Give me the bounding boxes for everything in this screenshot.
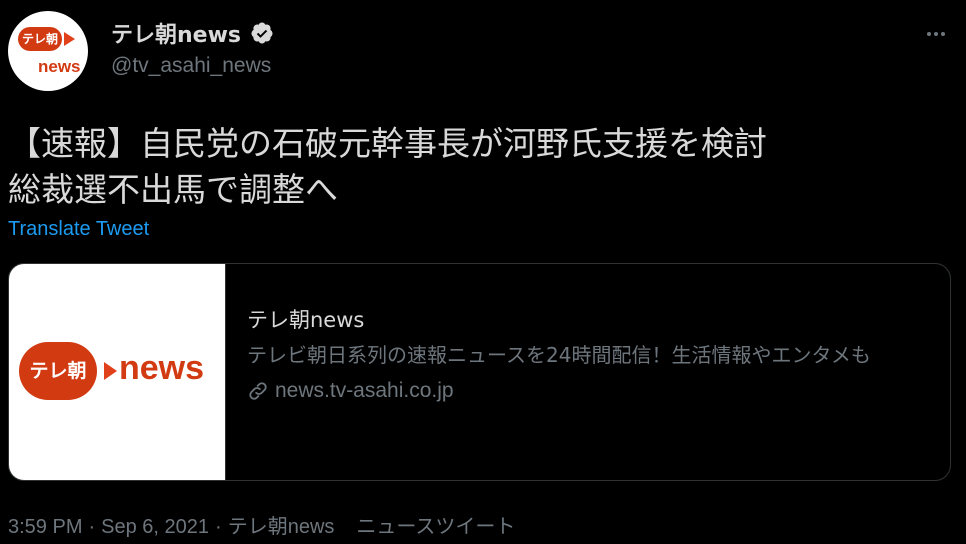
tweet-date[interactable]: Sep 6, 2021 [101,516,209,538]
tweet-author: テレ朝news [227,516,335,538]
link-icon [249,382,267,400]
avatar-logo: テレ朝 [18,27,80,51]
tweet-text: 【速報】自民党の石破元幹事長が河野氏支援を検討 総裁選不出馬で調整へ [8,121,948,213]
card-title: テレ朝news [247,308,365,332]
card-image: テレ朝 news [9,264,226,480]
verified-badge-icon [251,22,273,44]
card-domain: news.tv-asahi.co.jp [247,379,937,403]
tweet: テレ朝 news テレ朝news @tv_asahi_news 【速報】自民党の… [0,0,966,544]
translate-tweet-link[interactable]: Translate Tweet [8,218,149,241]
more-dots-icon[interactable] [924,22,948,46]
tweet-time[interactable]: 3:59 PM [8,516,82,538]
display-name[interactable]: テレ朝news [111,17,241,49]
card-body: テレ朝news テレビ朝日系列の速報ニュースを24時間配信！生活情報やエンタメも… [247,304,937,403]
card-description: テレビ朝日系列の速報ニュースを24時間配信！生活情報やエンタメも [247,343,871,367]
tweet-meta: 3:59 PM · Sep 6, 2021 · テレ朝news ニュースツイート [8,516,516,538]
play-triangle-icon [64,32,75,46]
avatar-logo-word: news [38,57,81,76]
card-logo-pill: テレ朝 [19,342,97,400]
card-logo-word: news [119,349,205,387]
avatar-logo-pill: テレ朝 [18,27,62,51]
link-card[interactable]: テレ朝 news テレ朝news テレビ朝日系列の速報ニュースを24時間配信！生… [8,263,951,481]
handle[interactable]: @tv_asahi_news [111,54,271,78]
card-domain-text: news.tv-asahi.co.jp [275,379,454,402]
tweet-text-line: 総裁選不出馬で調整へ [8,170,338,209]
tweet-source[interactable]: ニュースツイート [356,516,515,538]
avatar[interactable]: テレ朝 news [8,11,88,91]
tweet-text-line: 【速報】自民党の石破元幹事長が河野氏支援を検討 [8,124,767,163]
play-triangle-icon [104,362,117,380]
